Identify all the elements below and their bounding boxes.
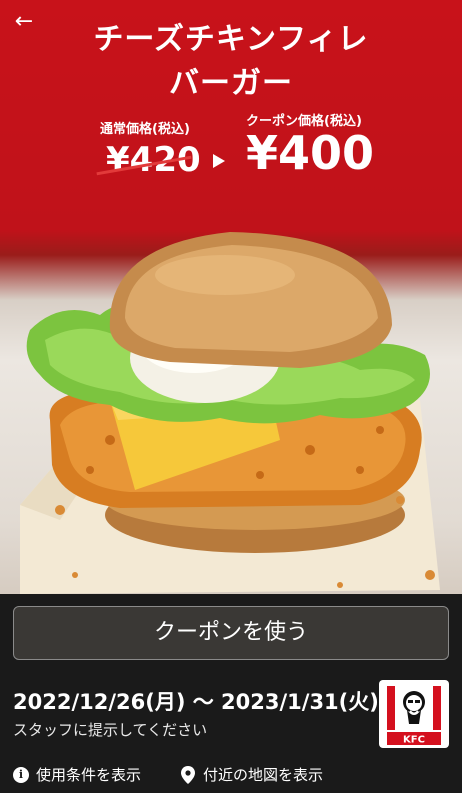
- regular-price-label: 通常価格(税込): [100, 122, 190, 137]
- map-link[interactable]: 付近の地図を表示: [181, 764, 323, 785]
- svg-text:KFC: KFC: [403, 735, 425, 746]
- info-icon: i: [13, 766, 29, 783]
- use-coupon-button[interactable]: クーポンを使う: [13, 606, 449, 660]
- title-line-2: バーガー: [169, 66, 293, 101]
- regular-price: ¥420: [106, 140, 201, 180]
- product-hero: ← チーズチキンフィレ バーガー 通常価格(税込) ¥420 クーポン価格(税込…: [0, 0, 462, 594]
- coupon-price: ¥400: [246, 126, 375, 180]
- colonel-icon: KFC: [384, 684, 444, 746]
- map-link-label: 付近の地図を表示: [203, 766, 324, 784]
- coupon-panel: クーポンを使う 2022/12/26(月) 〜 2023/1/31(火) スタッ…: [0, 594, 462, 793]
- location-pin-icon: [181, 765, 195, 784]
- terms-link[interactable]: i 使用条件を表示: [13, 764, 141, 785]
- kfc-logo: KFC: [379, 680, 449, 748]
- terms-link-label: 使用条件を表示: [36, 766, 142, 784]
- product-title: チーズチキンフィレ バーガー: [0, 18, 462, 106]
- footer-links: i 使用条件を表示 付近の地図を表示: [13, 764, 453, 788]
- validity-period: 2022/12/26(月) 〜 2023/1/31(火): [13, 690, 379, 714]
- price-comparison: 通常価格(税込) ¥420 クーポン価格(税込) ¥400: [0, 110, 462, 190]
- staff-instruction: スタッフに提示してください: [13, 721, 208, 739]
- title-line-1: チーズチキンフィレ: [93, 22, 369, 57]
- arrow-right-icon: [213, 154, 225, 168]
